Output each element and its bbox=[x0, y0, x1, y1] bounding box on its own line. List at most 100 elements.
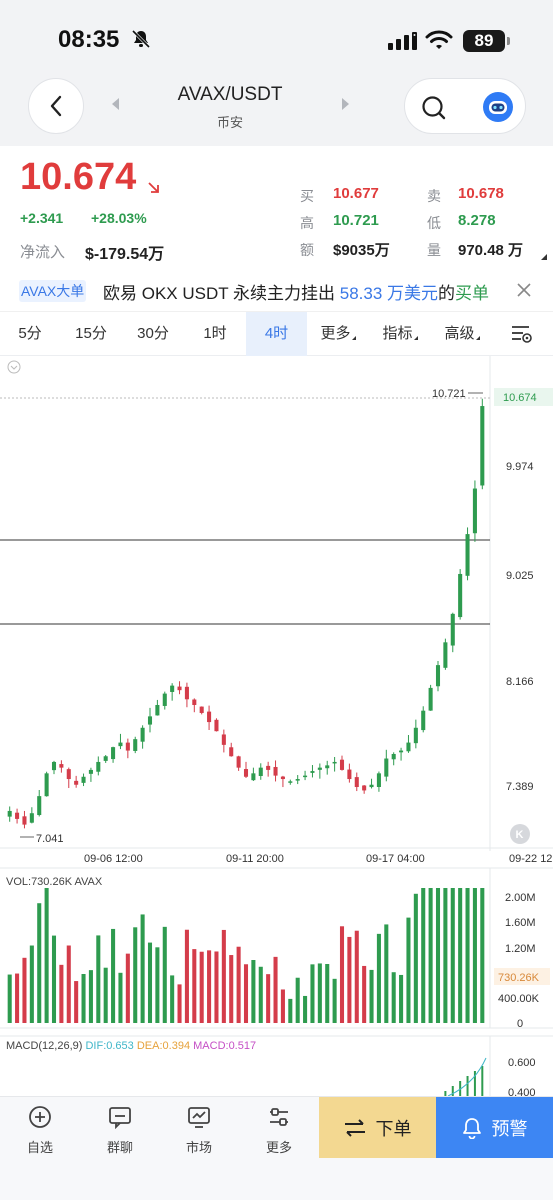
volume-bar bbox=[162, 926, 167, 1023]
candle-body bbox=[51, 761, 57, 771]
tab-label: 15分 bbox=[75, 325, 107, 342]
candle-body bbox=[450, 613, 455, 646]
tab-more[interactable]: 更多 bbox=[307, 312, 369, 356]
candle-body bbox=[37, 796, 42, 816]
volume-bar bbox=[332, 978, 337, 1023]
candle-body bbox=[199, 706, 204, 713]
tab-label: 1时 bbox=[203, 325, 227, 342]
ticker-text: 欧易 OKX USDT 永续主力挂出 58.33 万美元的买单 bbox=[103, 279, 489, 304]
next-pair-arrow[interactable] bbox=[342, 98, 349, 110]
price-axis-label: 9.974 bbox=[506, 461, 534, 473]
volume-bar bbox=[44, 888, 49, 1023]
volume-bar bbox=[369, 969, 374, 1023]
exchange-name: 币安 bbox=[216, 115, 243, 130]
amount-label: 额 bbox=[300, 242, 314, 258]
svg-text:K: K bbox=[516, 829, 524, 841]
prev-pair-arrow[interactable] bbox=[112, 98, 119, 110]
volume-bar bbox=[243, 964, 249, 1023]
volume-bar bbox=[229, 955, 234, 1023]
candle-body bbox=[155, 704, 160, 716]
candle-body bbox=[376, 773, 381, 787]
tab-label: 5分 bbox=[18, 325, 42, 342]
tab-15m[interactable]: 15分 bbox=[60, 312, 122, 356]
status-bar: 08:35 89 bbox=[0, 0, 553, 70]
volume-bar bbox=[184, 929, 189, 1023]
macd-dea: DEA:0.394 bbox=[136, 1040, 191, 1052]
tab-1h[interactable]: 1时 bbox=[184, 312, 246, 356]
nav-market[interactable]: 市场 bbox=[164, 1097, 234, 1167]
volume-bar bbox=[155, 947, 160, 1023]
news-ticker[interactable]: AVAX大单 欧易 OKX USDT 永续主力挂出 58.33 万美元的买单 bbox=[0, 270, 553, 312]
volume-bar bbox=[273, 956, 278, 1023]
candle-body bbox=[140, 727, 145, 742]
candle-body bbox=[251, 773, 256, 781]
place-order-button[interactable]: 下单 bbox=[319, 1097, 436, 1158]
chart-settings-icon[interactable] bbox=[511, 324, 533, 344]
tab-indicators[interactable]: 指标 bbox=[369, 312, 431, 356]
volume-bar bbox=[384, 924, 389, 1023]
nav-label: 自选 bbox=[26, 1140, 53, 1155]
candle-body bbox=[177, 686, 182, 691]
nav-label: 市场 bbox=[185, 1140, 212, 1155]
volume-bar bbox=[177, 984, 182, 1023]
volume-bar bbox=[118, 972, 123, 1023]
ticker-prefix: 欧易 OKX USDT 永续主力挂出 bbox=[103, 284, 340, 303]
net-inflow-value: $-179.54万 bbox=[85, 246, 165, 263]
price-alert-button[interactable]: 预警 bbox=[436, 1097, 553, 1158]
low-label: 低 bbox=[427, 215, 441, 231]
market-chart-icon bbox=[188, 1107, 210, 1128]
tab-5m[interactable]: 5分 bbox=[0, 312, 60, 356]
candle-body bbox=[266, 765, 271, 770]
volume-bar bbox=[258, 966, 263, 1023]
macd-dif: DIF:0.653 bbox=[85, 1040, 134, 1052]
nav-group-chat[interactable]: 群聊 bbox=[85, 1097, 155, 1167]
candle-body bbox=[118, 742, 123, 747]
macd-axis-label: 0.600 bbox=[508, 1057, 536, 1069]
date-axis-label: 09-11 20:00 bbox=[226, 853, 284, 865]
low-marker-label: 7.041 bbox=[36, 833, 64, 845]
tab-label: 4时 bbox=[264, 325, 289, 342]
tab-4h[interactable]: 4时 bbox=[246, 312, 307, 356]
nav-more[interactable]: 更多 bbox=[244, 1097, 314, 1167]
candle-body bbox=[458, 573, 463, 618]
volume-bar bbox=[170, 975, 175, 1023]
candle-body bbox=[317, 767, 322, 770]
quote-panel: 10.674 +2.341 +28.03% 净流入 $-179.54万 买 10… bbox=[0, 146, 553, 270]
macd-bar bbox=[481, 1066, 484, 1096]
volume-bar bbox=[29, 945, 34, 1023]
volume-bar bbox=[221, 929, 226, 1023]
candle-body bbox=[147, 716, 153, 725]
battery-indicator: 89 bbox=[463, 30, 505, 52]
candle-body bbox=[103, 756, 108, 761]
tab-30m[interactable]: 30分 bbox=[122, 312, 184, 356]
price-axis-label: 8.166 bbox=[506, 676, 534, 688]
tab-advanced[interactable]: 高级 bbox=[431, 312, 493, 356]
volume-bar bbox=[325, 963, 330, 1023]
nav-label: 更多 bbox=[265, 1140, 292, 1155]
search-icon[interactable] bbox=[421, 95, 447, 121]
close-icon[interactable] bbox=[516, 282, 532, 298]
candlestick-chart[interactable]: K 9.974 9.025 8.166 7.389 10.674 10.721 … bbox=[0, 356, 553, 1096]
nav-watchlist[interactable]: 自选 bbox=[5, 1097, 75, 1167]
expand-corner-marker[interactable] bbox=[541, 254, 547, 260]
volume-bar bbox=[7, 974, 12, 1023]
back-button[interactable] bbox=[28, 78, 84, 134]
candle-body bbox=[354, 777, 359, 788]
battery-tip bbox=[507, 37, 510, 45]
candle-body bbox=[22, 816, 27, 825]
volume-bar bbox=[421, 888, 426, 1023]
pair-title[interactable]: AVAX/USDT bbox=[130, 84, 330, 106]
candle-body bbox=[29, 813, 34, 823]
chat-icon bbox=[109, 1107, 131, 1129]
sliders-icon bbox=[270, 1108, 288, 1126]
volume-bar bbox=[450, 888, 455, 1023]
current-price-label: 10.674 bbox=[503, 392, 537, 404]
volume-bar bbox=[472, 888, 477, 1023]
volume-bar bbox=[147, 942, 153, 1023]
candle-body bbox=[81, 776, 86, 783]
volume-bar bbox=[354, 930, 359, 1023]
volume-bar bbox=[103, 967, 108, 1023]
candle-body bbox=[339, 759, 345, 770]
chart-area[interactable]: K 9.974 9.025 8.166 7.389 10.674 10.721 … bbox=[0, 356, 553, 1096]
ai-assistant-icon[interactable] bbox=[483, 92, 513, 122]
